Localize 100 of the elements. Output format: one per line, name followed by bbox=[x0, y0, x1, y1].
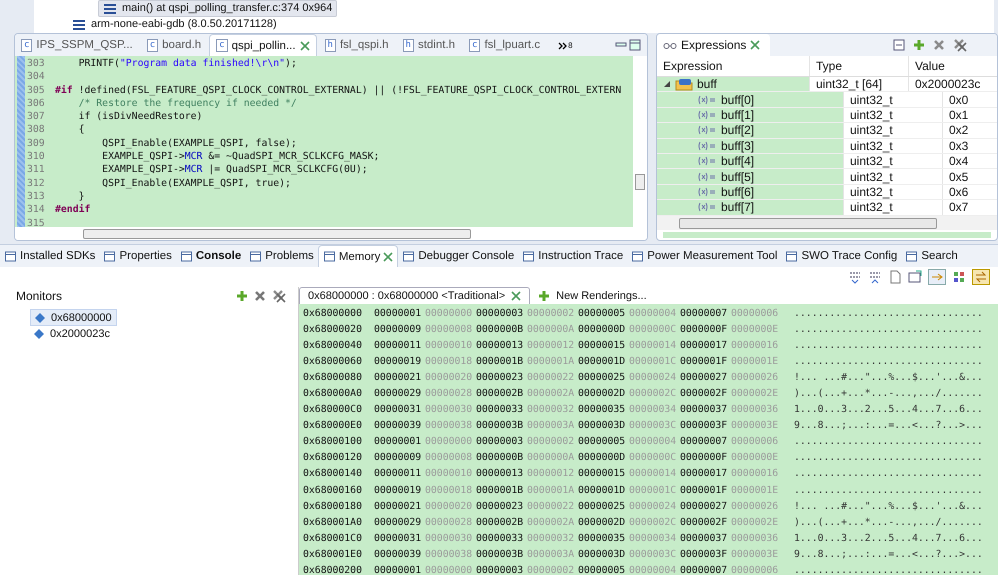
tab-overflow-button[interactable]: 8 bbox=[548, 40, 583, 50]
code-line: if (isDivNeedRestore) bbox=[78, 110, 202, 124]
view-tab[interactable]: Search bbox=[901, 245, 962, 267]
window-icon[interactable] bbox=[908, 270, 922, 284]
import-icon[interactable] bbox=[848, 270, 862, 284]
memory-word: 0000003E bbox=[731, 548, 780, 560]
memory-word: 00000003 bbox=[476, 436, 524, 448]
line-number: 315 bbox=[26, 216, 46, 227]
plus-icon[interactable] bbox=[913, 39, 925, 51]
close-icon[interactable] bbox=[300, 40, 310, 50]
memory-word: 00000003 bbox=[476, 565, 524, 575]
memory-word: 0000000C bbox=[629, 324, 678, 335]
new-file-icon[interactable] bbox=[888, 270, 902, 284]
memory-word: 00000035 bbox=[578, 532, 626, 544]
close-icon[interactable] bbox=[383, 252, 394, 262]
remove-all-icon[interactable] bbox=[272, 289, 286, 303]
line-number: 303 bbox=[26, 57, 46, 70]
memory-word: 00000037 bbox=[680, 404, 728, 416]
plus-icon bbox=[538, 290, 550, 302]
view-tab[interactable]: Properties bbox=[99, 245, 176, 267]
memory-word: 0000001D bbox=[578, 484, 626, 496]
view-icon bbox=[905, 250, 918, 262]
close-icon[interactable] bbox=[511, 291, 522, 301]
editor-tab[interactable]: c board.h bbox=[140, 34, 208, 56]
memory-word: 00000011 bbox=[374, 468, 422, 480]
editor-tab[interactable]: c fsl_lpuart.c bbox=[463, 34, 546, 56]
close-icon[interactable] bbox=[254, 290, 266, 302]
memory-word: 0000000F bbox=[680, 324, 728, 335]
address-cell-text: 0x680000A0 bbox=[303, 388, 363, 400]
code-line: QSPI_Enable(EXAMPLE_QSPI, false); bbox=[101, 136, 297, 150]
link-icon[interactable] bbox=[928, 269, 946, 285]
close-icon[interactable] bbox=[933, 39, 945, 51]
memory-word: 00000025 bbox=[578, 372, 626, 383]
debug-tree-item[interactable]: main() at qspi_polling_transfer.c:374 0x964 bbox=[98, 0, 338, 17]
memory-word: 00000037 bbox=[680, 532, 728, 544]
memory-word: 00000001 bbox=[374, 565, 422, 575]
memory-word: 00000004 bbox=[629, 565, 678, 575]
memory-word: 00000026 bbox=[731, 372, 780, 383]
line-number: 311 bbox=[26, 163, 46, 177]
memory-word: 00000007 bbox=[680, 565, 728, 575]
new-renderings-tab[interactable]: New Renderings... bbox=[530, 287, 655, 304]
memory-word: 00000038 bbox=[425, 548, 474, 560]
column-header[interactable]: Value bbox=[908, 56, 997, 76]
editor-tab[interactable]: h stdint.h bbox=[396, 34, 462, 56]
debug-tree-item[interactable]: arm-none-eabi-gdb (8.0.50.20171128) bbox=[68, 17, 281, 32]
address-cell-text: 0x68000080 bbox=[303, 372, 363, 383]
memory-word: 0000002F bbox=[680, 388, 728, 400]
memory-word: 0000000F bbox=[680, 452, 728, 464]
view-tab[interactable]: Problems bbox=[245, 245, 318, 267]
scrollbar[interactable] bbox=[657, 216, 997, 230]
memory-word: 0000003A bbox=[527, 548, 576, 560]
view-tab[interactable]: Instruction Trace bbox=[518, 245, 628, 267]
value-cell: 0x4 bbox=[942, 154, 997, 168]
collapse-icon[interactable] bbox=[893, 39, 905, 51]
memory-word: 0000003C bbox=[629, 548, 678, 560]
memory-word: 00000034 bbox=[629, 404, 678, 416]
plus-icon[interactable] bbox=[236, 290, 248, 302]
type-cell: uint32_t bbox=[843, 108, 942, 122]
address-cell-text: 0x68000060 bbox=[303, 356, 363, 367]
type-cell: uint32_t bbox=[843, 184, 942, 200]
close-icon[interactable] bbox=[750, 40, 760, 50]
memory-word: 0000000D bbox=[578, 324, 626, 335]
grid-icon[interactable] bbox=[952, 270, 966, 284]
editor-tab[interactable]: c IPS_SSPM_QSP... bbox=[15, 34, 139, 56]
memory-word: 00000033 bbox=[476, 404, 524, 416]
view-tab[interactable]: Debugger Console bbox=[398, 245, 518, 267]
editor-tab[interactable]: h fsl_qspi.h bbox=[318, 34, 395, 56]
memory-word: 00000018 bbox=[425, 484, 474, 496]
memory-word: 00000039 bbox=[374, 548, 422, 560]
memory-word: 00000001 bbox=[374, 436, 422, 448]
memory-word: 00000013 bbox=[476, 340, 524, 351]
memory-word: 00000029 bbox=[374, 516, 422, 528]
view-tab[interactable]: SWO Trace Config bbox=[781, 245, 902, 267]
view-tab[interactable]: Power Measurement Tool bbox=[627, 245, 782, 267]
scrollbar[interactable] bbox=[15, 227, 647, 240]
view-icon bbox=[322, 250, 336, 263]
monitor-item[interactable]: 0x2000023c bbox=[30, 326, 114, 341]
view-tab[interactable]: Installed SDKs bbox=[0, 245, 100, 267]
expanded-arrow-icon[interactable] bbox=[663, 80, 671, 88]
editor-tab[interactable]: c qspi_pollin... bbox=[209, 34, 317, 56]
view-tab[interactable]: Console bbox=[176, 245, 246, 267]
line-number: 314 bbox=[26, 203, 46, 217]
scrollbar[interactable] bbox=[633, 56, 647, 227]
memory-word: 00000000 bbox=[425, 565, 474, 575]
maximize-icon[interactable] bbox=[629, 39, 641, 51]
view-tab[interactable]: Expressions bbox=[657, 34, 770, 56]
memory-word: 00000028 bbox=[425, 516, 474, 528]
column-header[interactable]: Type bbox=[809, 56, 908, 76]
remove-all-icon[interactable] bbox=[953, 38, 967, 52]
export-icon[interactable] bbox=[868, 270, 882, 284]
view-tab[interactable]: Memory bbox=[318, 244, 398, 268]
line-number: 305 bbox=[26, 84, 46, 97]
value-cell: 0x5 bbox=[942, 169, 997, 184]
ascii-cell: ................................ bbox=[794, 324, 983, 335]
memory-word: 00000007 bbox=[680, 308, 728, 319]
sync-icon[interactable] bbox=[972, 269, 990, 285]
column-header[interactable]: Expression bbox=[657, 56, 809, 76]
memory-word: 0000001E bbox=[731, 484, 780, 496]
monitor-item[interactable]: 0x68000000 bbox=[30, 309, 117, 326]
type-cell: uint32_t bbox=[843, 200, 942, 215]
